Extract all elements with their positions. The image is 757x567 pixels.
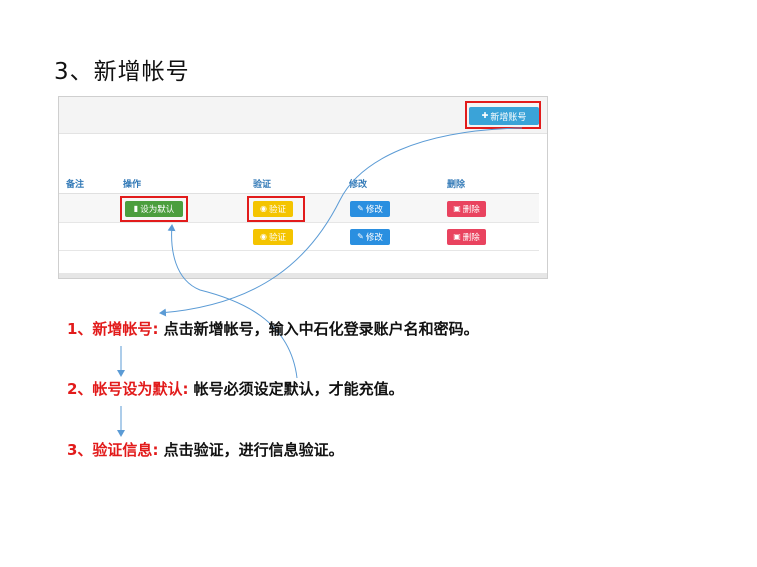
step-1-desc: 点击新增帐号，输入中石化登录账户名和密码。	[163, 320, 479, 338]
step-3: 3、验证信息: 点击验证，进行信息验证。	[67, 439, 344, 460]
step-1-label: 1、新增帐号:	[67, 320, 159, 338]
step-1: 1、新增帐号: 点击新增帐号，输入中石化登录账户名和密码。	[67, 318, 479, 339]
step-3-label: 3、验证信息:	[67, 441, 159, 459]
step-2-label: 2、帐号设为默认:	[67, 380, 189, 398]
step-2-desc: 帐号必须设定默认，才能充值。	[193, 380, 404, 398]
step-3-desc: 点击验证，进行信息验证。	[163, 441, 344, 459]
arrow-step3-to-default	[167, 224, 298, 379]
step-2: 2、帐号设为默认: 帐号必须设定默认，才能充值。	[67, 378, 404, 399]
arrow-add-to-step1	[159, 127, 523, 317]
annotation-arrows	[117, 127, 523, 437]
